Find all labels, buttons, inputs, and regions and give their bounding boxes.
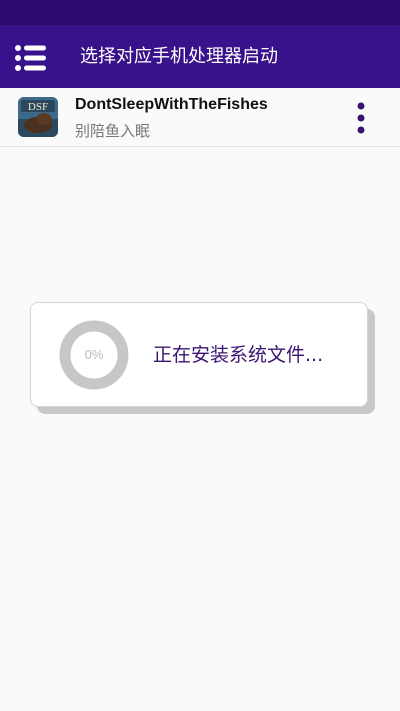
app-name: DontSleepWithTheFishes (75, 96, 268, 113)
app-subtitle: 别陪鱼入眠 (75, 122, 151, 140)
progress-ring: 0% (59, 320, 129, 390)
app-icon: DSF (18, 97, 58, 137)
more-options-button[interactable] (350, 100, 372, 136)
more-vertical-icon (357, 102, 365, 134)
menu-button[interactable] (14, 43, 48, 73)
dialog-message: 正在安装系统文件... (153, 344, 324, 366)
page-title: 选择对应手机处理器启动 (80, 46, 278, 67)
hamburger-menu-icon (15, 45, 46, 71)
progress-percentage: 0% (84, 347, 104, 362)
install-progress-dialog: 0% 正在安装系统文件... (30, 302, 368, 407)
status-bar (0, 0, 400, 25)
app-list-item[interactable]: DSF DontSleepWithTheFishes 别陪鱼入眠 (0, 88, 400, 147)
app-icon-label: DSF (28, 101, 48, 113)
app-bar: 选择对应手机处理器启动 (0, 25, 400, 88)
